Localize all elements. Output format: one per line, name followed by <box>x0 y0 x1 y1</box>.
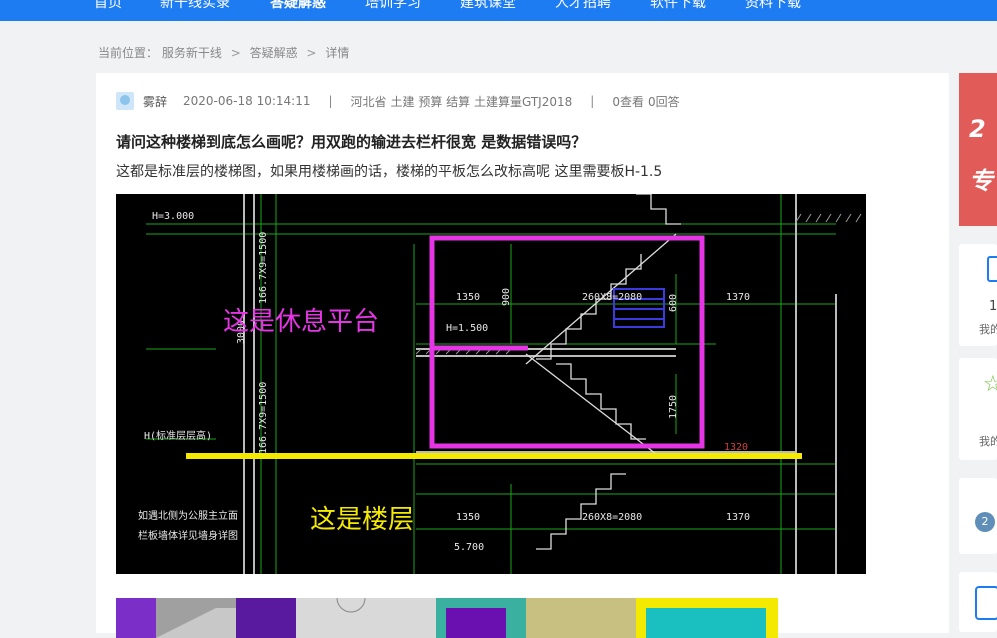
answer-count: 0回答 <box>647 94 680 109</box>
question-description: 这都是标准层的楼梯图，如果用楼梯画的话，楼梯的平板怎么改标高呢 这里需要板H-1… <box>116 164 663 180</box>
cad-drawing: H=3.000 1350 260X8=2080 1370 H=1.500 H(标… <box>138 194 862 574</box>
cad-label: 1370 <box>726 512 750 523</box>
stair-drawing-image[interactable]: H=3.000 1350 260X8=2080 1370 H=1.500 H(标… <box>116 194 866 574</box>
sidebar-card-count: 1 <box>989 299 997 314</box>
meta-divider: | <box>328 94 333 108</box>
breadcrumb-link-service[interactable]: 服务新干线 <box>162 46 222 60</box>
cad-label: H(标准层层高) <box>144 429 212 442</box>
question-card: 雾辞 2020-06-18 10:14:11 | 河北省 土建 预算 结算 土建… <box>96 73 949 638</box>
second-image[interactable] <box>116 598 778 638</box>
top-nav: 首页 新干线实录 答疑解惑 培训学习 建筑课堂 人才招聘 软件下载 资料下载 <box>0 0 997 21</box>
cad-label: 260X8=2080 <box>582 292 642 303</box>
cad-label: 1320 <box>724 442 748 453</box>
document-icon <box>987 256 997 282</box>
clipboard-icon <box>975 586 997 620</box>
sidebar-card[interactable] <box>959 572 997 632</box>
cad-label: 1350 <box>456 512 480 523</box>
post-location: 河北省 <box>350 94 387 109</box>
sidebar-card[interactable]: 1 我的 <box>959 244 997 346</box>
cad-label: 如遇北侧为公服主立面 <box>138 509 238 522</box>
sidebar-card-label: 我的 <box>979 323 997 336</box>
nav-item-docs[interactable]: 资料下载 <box>745 0 801 12</box>
cad-label: 260X8=2080 <box>582 512 642 523</box>
model-preview <box>116 598 778 638</box>
sidebar-card[interactable]: 2 <box>959 478 997 554</box>
avatar[interactable] <box>116 92 134 110</box>
cad-label: 166.7X9=1500 <box>258 382 269 454</box>
promo-banner[interactable]: 2 专 <box>959 73 997 226</box>
cad-label: 166.7X9=1500 <box>258 232 269 304</box>
breadcrumb-current: 详情 <box>325 46 350 60</box>
nav-item-software[interactable]: 软件下载 <box>650 0 706 12</box>
annotation-landing: 这是休息平台 <box>223 307 380 337</box>
medal-icon: 2 <box>975 512 995 532</box>
cad-label: 600 <box>668 294 679 312</box>
cad-label: 1350 <box>456 292 480 303</box>
nav-item-classroom[interactable]: 建筑课堂 <box>460 0 516 12</box>
sidebar-card-label: 我的 <box>979 435 997 448</box>
cad-label: 900 <box>501 288 512 306</box>
breadcrumb-separator: > <box>306 46 317 60</box>
breadcrumb-link-qa[interactable]: 答疑解惑 <box>250 46 298 60</box>
cad-label: 5.700 <box>454 542 484 553</box>
promo-banner-text: 2 <box>969 115 986 143</box>
cad-label: H=3.000 <box>152 211 194 222</box>
username[interactable]: 雾辞 <box>143 93 167 110</box>
view-count: 0查看 <box>612 94 644 109</box>
post-meta: 雾辞 2020-06-18 10:14:11 | 河北省 土建 预算 结算 土建… <box>116 91 680 111</box>
annotation-floor: 这是楼层 <box>310 505 415 535</box>
nav-item-home[interactable]: 首页 <box>94 0 122 12</box>
star-icon: ☆ <box>983 372 997 397</box>
nav-item-jobs[interactable]: 人才招聘 <box>555 0 611 12</box>
cad-label: H=1.500 <box>446 323 488 334</box>
breadcrumb-prefix: 当前位置： <box>98 46 159 60</box>
promo-banner-text: 专 <box>969 167 993 195</box>
nav-item-qa[interactable]: 答疑解惑 <box>270 0 326 12</box>
meta-divider: | <box>590 94 595 108</box>
cad-label: 1370 <box>726 292 750 303</box>
nav-item-training[interactable]: 培训学习 <box>365 0 421 12</box>
cad-label: 1750 <box>668 395 679 419</box>
breadcrumb: 当前位置： 服务新干线 > 答疑解惑 > 详情 <box>98 44 349 61</box>
question-title: 请问这种楼梯到底怎么画呢？用双跑的输进去栏杆很宽 是数据错误吗？ <box>116 133 587 151</box>
nav-item-records[interactable]: 新干线实录 <box>160 0 230 12</box>
post-datetime: 2020-06-18 10:14:11 <box>183 94 311 108</box>
breadcrumb-separator: > <box>230 46 241 60</box>
post-tags: 土建 预算 结算 土建算量GTJ2018 <box>390 94 573 109</box>
landing-highlight-box <box>429 235 705 449</box>
sidebar-card[interactable]: ☆ 我的 <box>959 358 997 460</box>
cad-label: 栏板墙体详见墙身详图 <box>138 529 238 542</box>
